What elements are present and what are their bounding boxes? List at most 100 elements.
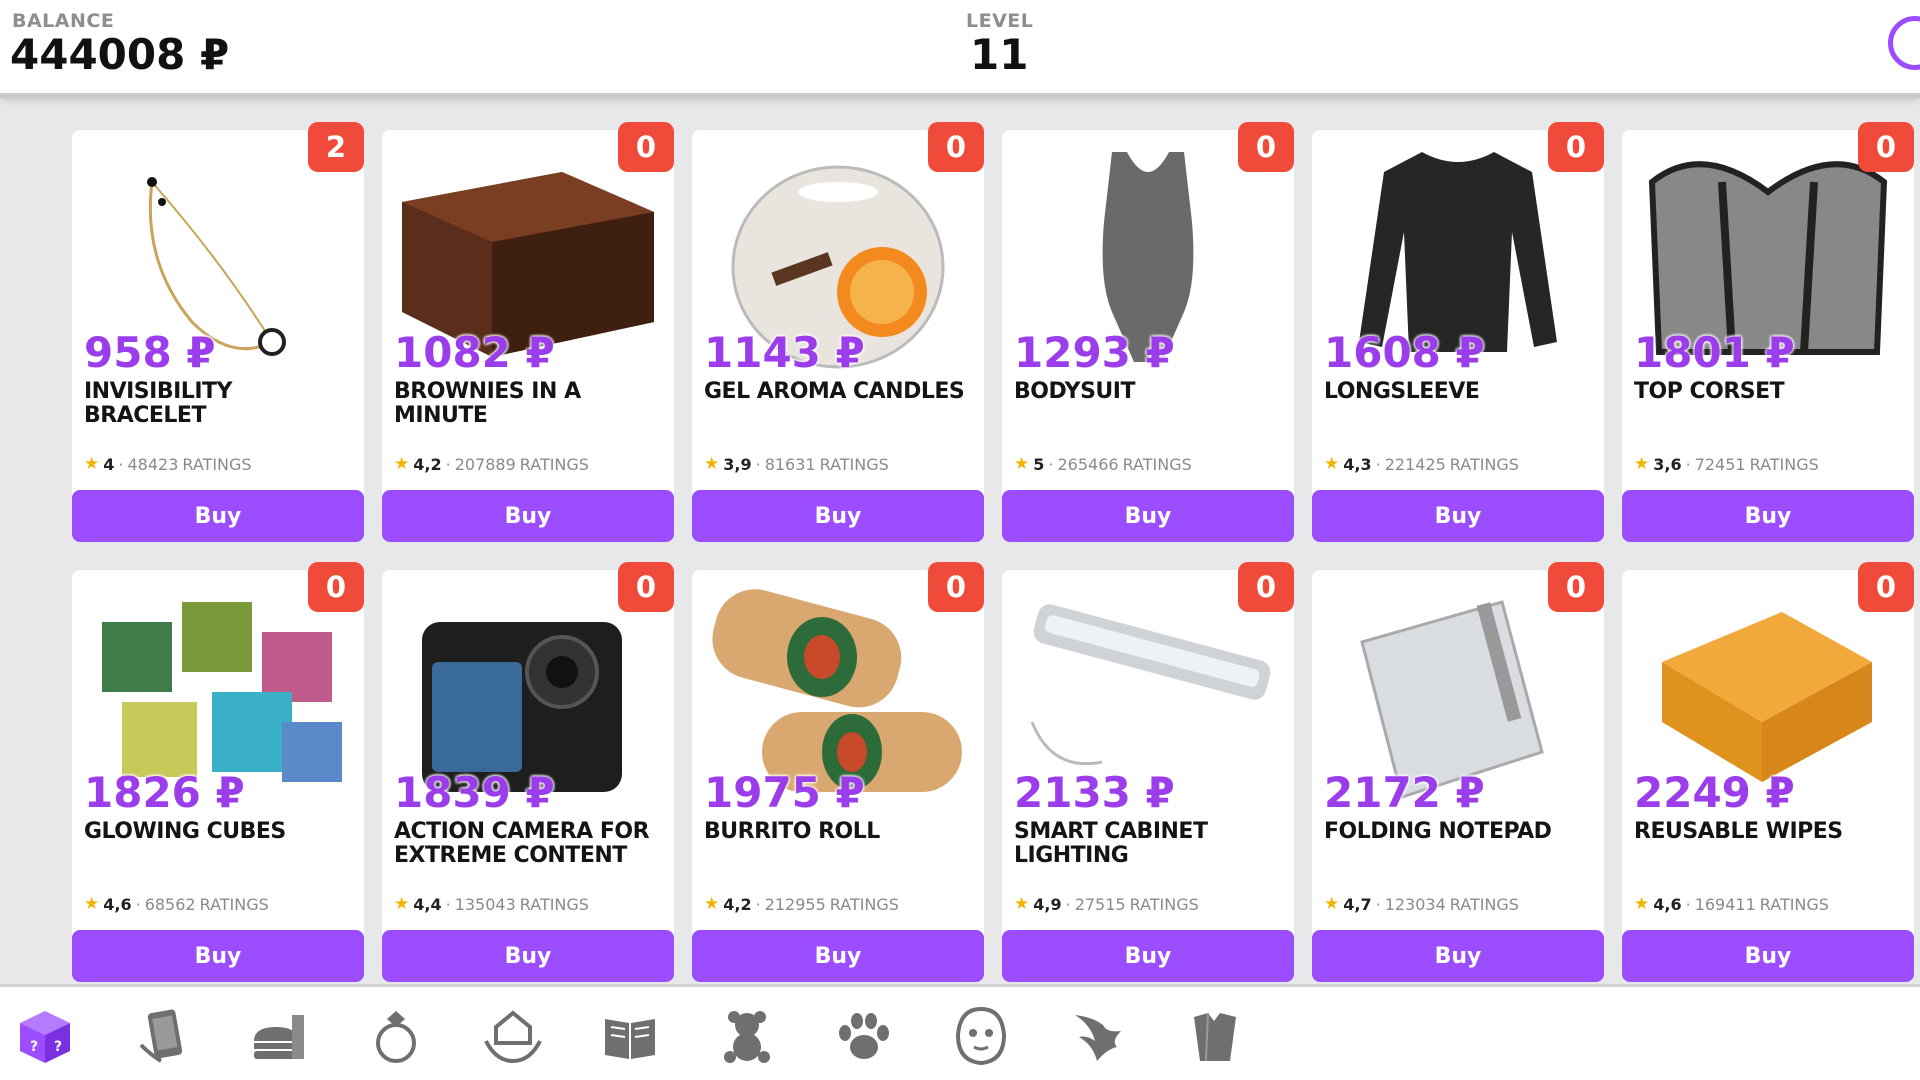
star-icon: ★ [704,454,720,474]
star-icon: ★ [1324,894,1340,914]
ratings-count: 135043 [454,894,516,914]
product-rating: ★ 4,2 · 212955 RATINGS [704,894,899,914]
ratings-separator: · [445,454,451,474]
product-rating: ★ 3,9 · 81631 RATINGS [704,454,889,474]
ratings-separator: · [755,454,761,474]
product-card: 0 1839 ₽ Action camera for extreme conte… [382,562,674,982]
product-name: Smart cabinet lighting [1014,819,1208,868]
buy-button[interactable]: Buy [692,930,984,982]
ratings-suffix: RATINGS [182,454,252,474]
owned-count-badge: 0 [1238,562,1294,612]
product-price: 2172 ₽ [1324,768,1485,817]
owned-count-badge: 0 [1858,122,1914,172]
book-icon[interactable] [599,1005,661,1067]
buy-button[interactable]: Buy [1622,930,1914,982]
star-icon: ★ [1634,894,1650,914]
product-price: 2133 ₽ [1014,768,1175,817]
product-card: 0 2172 ₽ Folding notepad ★ 4,7 · 123034 … [1312,562,1604,982]
product-price: 1826 ₽ [84,768,245,817]
fast-food-icon[interactable] [248,1005,310,1067]
product-rating: ★ 5 · 265466 RATINGS [1014,454,1192,474]
buy-button[interactable]: Buy [1002,930,1294,982]
rating-value: 5 [1033,454,1045,474]
star-icon: ★ [704,894,720,914]
star-icon: ★ [1324,454,1340,474]
category-nav: ?? [0,984,1920,1080]
paw-icon[interactable] [833,1005,895,1067]
product-price: 1293 ₽ [1014,328,1175,377]
ratings-count: 265466 [1057,454,1119,474]
home-care-icon[interactable] [482,1005,544,1067]
product-name: Action camera for extreme content [394,819,650,868]
profile-button[interactable] [1888,16,1920,70]
ratings-suffix: RATINGS [819,454,889,474]
rating-value: 3,6 [1653,454,1682,474]
star-icon: ★ [1014,454,1030,474]
mystery-box-icon[interactable]: ?? [14,1005,76,1067]
buy-button[interactable]: Buy [72,930,364,982]
product-name: Gel aroma candles [704,379,965,404]
product-price: 1608 ₽ [1324,328,1485,377]
teddy-bear-icon[interactable] [716,1005,778,1067]
product-card: 0 1826 ₽ Glowing cubes ★ 4,6 · 68562 RAT… [72,562,364,982]
ratings-separator: · [118,454,124,474]
phone-icon[interactable] [131,1005,193,1067]
product-rating: ★ 4 · 48423 RATINGS [84,454,252,474]
svg-text:?: ? [54,1039,62,1055]
product-name: Bodysuit [1014,379,1135,404]
buy-button[interactable]: Buy [692,490,984,542]
product-rating: ★ 4,7 · 123034 RATINGS [1324,894,1519,914]
star-icon: ★ [394,454,410,474]
ratings-suffix: RATINGS [1449,454,1519,474]
product-card: 0 1608 ₽ Longsleeve ★ 4,3 · 221425 RATIN… [1312,122,1604,542]
product-card: 0 2133 ₽ Smart cabinet lighting ★ 4,9 · … [1002,562,1294,982]
product-card: 0 1082 ₽ Brownies in a minute ★ 4,2 · 20… [382,122,674,542]
buy-button[interactable]: Buy [382,930,674,982]
ratings-suffix: RATINGS [1759,894,1829,914]
clothes-icon[interactable] [1184,1005,1246,1067]
product-rating: ★ 4,6 · 169411 RATINGS [1634,894,1829,914]
buy-button[interactable]: Buy [72,490,364,542]
ratings-separator: · [1065,894,1071,914]
star-icon: ★ [1014,894,1030,914]
rating-value: 4,2 [413,454,442,474]
product-name: Longsleeve [1324,379,1480,404]
owned-count-badge: 0 [1858,562,1914,612]
ratings-separator: · [1048,454,1054,474]
buy-button[interactable]: Buy [1312,490,1604,542]
ratings-suffix: RATINGS [1449,894,1519,914]
ring-icon[interactable] [365,1005,427,1067]
rating-value: 4,7 [1343,894,1372,914]
owned-count-badge: 0 [928,562,984,612]
buy-button[interactable]: Buy [382,490,674,542]
product-price: 2249 ₽ [1634,768,1795,817]
ratings-count: 207889 [454,454,516,474]
phoenix-icon[interactable] [1067,1005,1129,1067]
star-icon: ★ [1634,454,1650,474]
face-mask-icon[interactable] [950,1005,1012,1067]
buy-button[interactable]: Buy [1312,930,1604,982]
ratings-suffix: RATINGS [1122,454,1192,474]
product-name: Glowing cubes [84,819,286,844]
product-name: Brownies in a minute [394,379,581,428]
rating-value: 3,9 [723,454,752,474]
star-icon: ★ [84,454,100,474]
product-card: 0 1801 ₽ Top corset ★ 3,6 · 72451 RATING… [1622,122,1914,542]
ratings-count: 48423 [127,454,179,474]
ratings-count: 123034 [1384,894,1446,914]
product-name: Folding notepad [1324,819,1552,844]
ratings-suffix: RATINGS [519,454,589,474]
buy-button[interactable]: Buy [1002,490,1294,542]
buy-button[interactable]: Buy [1622,490,1914,542]
owned-count-badge: 0 [308,562,364,612]
rating-value: 4,4 [413,894,442,914]
ratings-count: 221425 [1384,454,1446,474]
product-card: 0 1293 ₽ Bodysuit ★ 5 · 265466 RATINGS B… [1002,122,1294,542]
owned-count-badge: 0 [928,122,984,172]
product-rating: ★ 4,3 · 221425 RATINGS [1324,454,1519,474]
star-icon: ★ [84,894,100,914]
product-rating: ★ 4,6 · 68562 RATINGS [84,894,269,914]
owned-count-badge: 0 [618,122,674,172]
ratings-count: 81631 [764,454,816,474]
ratings-suffix: RATINGS [199,894,269,914]
